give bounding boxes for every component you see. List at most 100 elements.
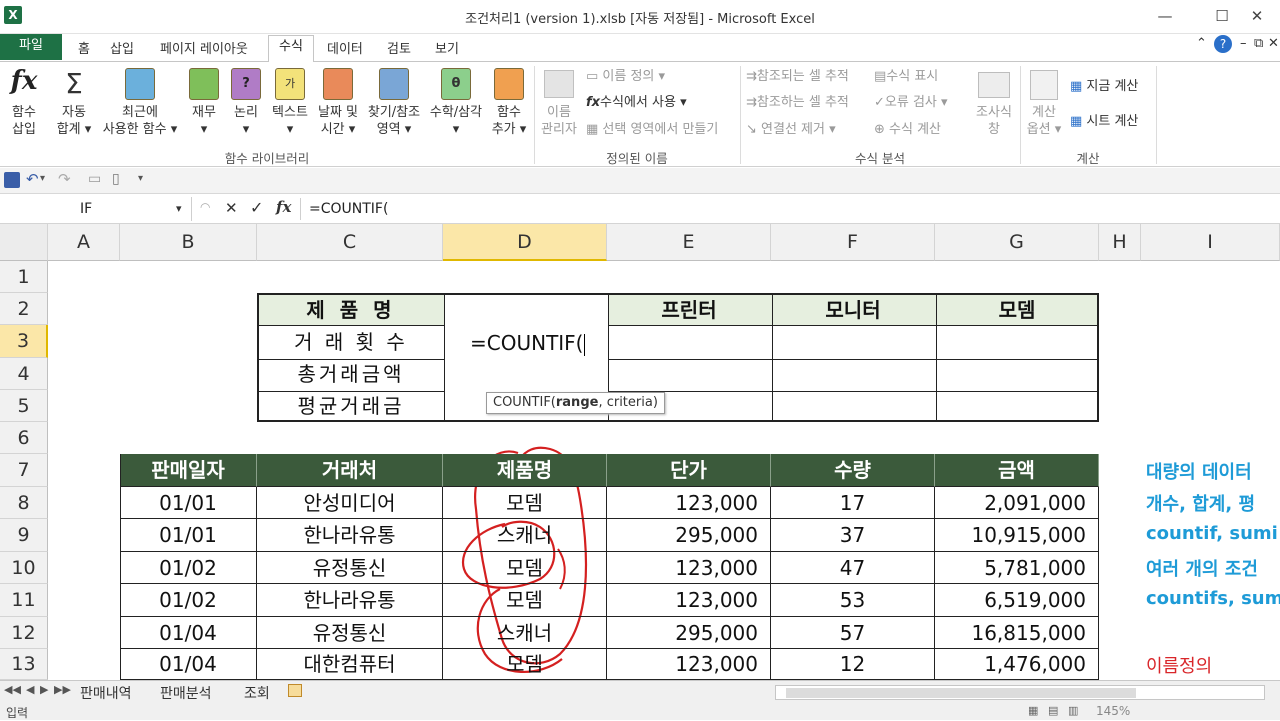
- use-in-formula-button[interactable]: fx수식에서 사용 ▾: [586, 94, 687, 111]
- formula-input[interactable]: =COUNTIF(: [300, 198, 1270, 220]
- cancel-icon[interactable]: ✕: [225, 199, 238, 217]
- recently-used-button[interactable]: 최근에 사용한 함수 ▾: [96, 66, 184, 138]
- close-button[interactable]: ✕: [1234, 0, 1280, 32]
- save-icon[interactable]: [4, 172, 20, 188]
- new-icon[interactable]: ▯: [112, 171, 120, 187]
- autosum-button[interactable]: Σ 자동 합계 ▾: [52, 66, 96, 138]
- sales-table-cell[interactable]: 16,815,000: [935, 617, 1099, 649]
- tab-home[interactable]: 홈: [78, 38, 90, 57]
- row-header-3[interactable]: 3: [0, 325, 48, 358]
- window-restore-small-icon[interactable]: ⧉: [1254, 36, 1263, 51]
- row-header-7[interactable]: 7: [0, 454, 48, 487]
- define-name-button[interactable]: ▭ 이름 정의 ▾: [586, 68, 665, 85]
- select-all-corner[interactable]: [0, 224, 48, 261]
- sales-table-cell[interactable]: 47: [771, 552, 935, 584]
- sales-table-cell[interactable]: 57: [771, 617, 935, 649]
- column-header-c[interactable]: C: [257, 224, 443, 261]
- sales-header-cell[interactable]: 단가: [607, 454, 771, 487]
- sales-header-cell[interactable]: 판매일자: [120, 454, 257, 487]
- summary-product-modem[interactable]: 모뎀: [935, 295, 1099, 325]
- column-header-i[interactable]: I: [1141, 224, 1280, 261]
- sales-table-cell[interactable]: 10,915,000: [935, 519, 1099, 552]
- row-header-8[interactable]: 8: [0, 487, 48, 519]
- window-minimize-small-icon[interactable]: –: [1240, 36, 1247, 51]
- text-functions-button[interactable]: 가 텍스트 ▾: [268, 66, 312, 138]
- sales-table-cell[interactable]: 12: [771, 649, 935, 680]
- redo-icon[interactable]: ↷: [58, 170, 71, 188]
- lookup-reference-button[interactable]: 찾기/참조 영역 ▾: [364, 66, 424, 138]
- sales-table-cell[interactable]: 01/04: [120, 617, 257, 649]
- tab-formulas[interactable]: 수식: [268, 35, 314, 62]
- name-manager-button[interactable]: 이름 관리자: [538, 66, 580, 138]
- sales-table-cell[interactable]: 01/02: [120, 552, 257, 584]
- sales-table-cell[interactable]: 모뎀: [443, 649, 607, 680]
- error-checking-button[interactable]: ✓오류 검사 ▾: [874, 94, 948, 111]
- window-close-small-icon[interactable]: ✕: [1268, 36, 1279, 51]
- column-header-f[interactable]: F: [771, 224, 935, 261]
- prev-sheet-icon[interactable]: ◀: [26, 683, 34, 696]
- active-cell-editor[interactable]: =COUNTIF(: [470, 327, 610, 359]
- sales-table-cell[interactable]: 295,000: [607, 519, 771, 552]
- sales-table-cell[interactable]: 대한컴퓨터: [257, 649, 443, 680]
- name-box-dropdown-icon[interactable]: ▾: [176, 202, 182, 215]
- sales-table-cell[interactable]: 한나라유통: [257, 584, 443, 617]
- sales-table-cell[interactable]: 17: [771, 487, 935, 519]
- sheet-tab-sales[interactable]: 판매내역: [80, 683, 132, 703]
- watch-window-button[interactable]: 조사식 창: [966, 66, 1022, 138]
- row-header-1[interactable]: 1: [0, 261, 48, 293]
- create-from-selection-button[interactable]: ▦ 선택 영역에서 만들기: [586, 121, 718, 138]
- column-header-e[interactable]: E: [607, 224, 771, 261]
- function-tooltip[interactable]: COUNTIF(range, criteria): [486, 392, 665, 414]
- trace-precedents-button[interactable]: ⇉참조되는 셀 추적: [746, 68, 849, 85]
- sales-table-cell[interactable]: 01/01: [120, 487, 257, 519]
- logical-button[interactable]: ? 논리 ▾: [226, 66, 266, 138]
- sales-table-cell[interactable]: 01/04: [120, 649, 257, 680]
- column-header-h[interactable]: H: [1099, 224, 1141, 261]
- row-header-4[interactable]: 4: [0, 358, 48, 390]
- summary-product-monitor[interactable]: 모니터: [771, 295, 935, 325]
- tab-insert[interactable]: 삽입: [110, 38, 134, 57]
- summary-product-printer[interactable]: 프린터: [607, 295, 771, 325]
- enter-icon[interactable]: ✓: [250, 198, 263, 217]
- sales-table-cell[interactable]: 한나라유통: [257, 519, 443, 552]
- horizontal-scrollbar[interactable]: [775, 685, 1265, 700]
- view-pagebreak-icon[interactable]: ▥: [1068, 704, 1078, 717]
- help-icon[interactable]: ?: [1214, 35, 1232, 53]
- row-header-12[interactable]: 12: [0, 617, 48, 649]
- sales-table-cell[interactable]: 1,476,000: [935, 649, 1099, 680]
- more-functions-button[interactable]: 함수 추가 ▾: [488, 66, 530, 138]
- row-header-6[interactable]: 6: [0, 422, 48, 454]
- math-trig-button[interactable]: θ 수학/삼각 ▾: [424, 66, 488, 138]
- sales-table-cell[interactable]: 모뎀: [443, 552, 607, 584]
- trace-dependents-button[interactable]: ⇉참조하는 셀 추적: [746, 94, 849, 111]
- insert-function-icon[interactable]: fx: [276, 198, 291, 216]
- sales-table-cell[interactable]: 유정통신: [257, 552, 443, 584]
- sales-table-cell[interactable]: 유정통신: [257, 617, 443, 649]
- tab-page-layout[interactable]: 페이지 레이아웃: [160, 38, 248, 57]
- summary-label-count[interactable]: 거 래 횟 수: [259, 326, 443, 358]
- sales-header-cell[interactable]: 수량: [771, 454, 935, 487]
- row-header-11[interactable]: 11: [0, 584, 48, 617]
- sales-table-cell[interactable]: 295,000: [607, 617, 771, 649]
- sales-table-cell[interactable]: 01/02: [120, 584, 257, 617]
- tab-file[interactable]: 파일: [0, 34, 62, 60]
- sales-table-cell[interactable]: 123,000: [607, 649, 771, 680]
- column-header-g[interactable]: G: [935, 224, 1099, 261]
- sales-table-cell[interactable]: 37: [771, 519, 935, 552]
- horizontal-scroll-thumb[interactable]: [786, 688, 1136, 698]
- remove-arrows-button[interactable]: ↘ 연결선 제거 ▾: [746, 121, 836, 138]
- insert-sheet-icon[interactable]: [288, 684, 302, 697]
- sales-table-cell[interactable]: 모뎀: [443, 487, 607, 519]
- sheet-tab-lookup[interactable]: 조회: [244, 683, 270, 703]
- sales-table-cell[interactable]: 2,091,000: [935, 487, 1099, 519]
- financial-button[interactable]: 재무 ▾: [184, 66, 224, 138]
- undo-icon[interactable]: ↶: [26, 170, 39, 188]
- datetime-button[interactable]: 날짜 및 시간 ▾: [312, 66, 364, 138]
- sales-table-cell[interactable]: 안성미디어: [257, 487, 443, 519]
- sales-header-cell[interactable]: 제품명: [443, 454, 607, 487]
- sales-table-cell[interactable]: 5,781,000: [935, 552, 1099, 584]
- tab-data[interactable]: 데이터: [327, 38, 363, 57]
- row-header-5[interactable]: 5: [0, 390, 48, 422]
- column-header-d[interactable]: D: [443, 224, 607, 261]
- summary-label-total[interactable]: 총거래금액: [259, 358, 443, 390]
